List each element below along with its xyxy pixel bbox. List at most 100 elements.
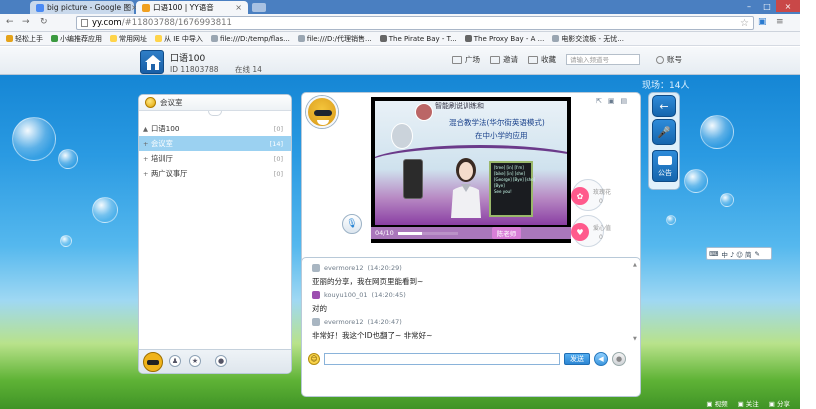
bookmark-item[interactable]: file:///D:/temp/flas... — [210, 35, 290, 43]
heart-gift-button[interactable]: ♥ 爱心值 0 — [571, 215, 611, 247]
bookmark-star-icon[interactable]: ☆ — [740, 18, 749, 29]
browser-tab-google[interactable]: big picture - Google 图 × — [30, 1, 138, 14]
person-icon[interactable]: ♟ — [169, 355, 181, 367]
extension-icon[interactable]: ▣ — [758, 17, 767, 27]
room-panel-header: 会议室 — [139, 95, 291, 111]
room-count: [0] — [273, 169, 283, 178]
rose-gift-button[interactable]: ✿ 玫瑰花 0 — [571, 179, 611, 211]
bookmark-item[interactable]: 电影交流板 - 无忧... — [552, 34, 624, 44]
location-pin-icon[interactable]: ● — [215, 355, 227, 367]
forward-arrow-icon[interactable]: → — [22, 17, 30, 27]
bookmark-folder[interactable]: 常用网址 — [110, 34, 147, 44]
url-host: yy.com — [92, 18, 122, 28]
bubble-decoration — [58, 149, 78, 169]
bubble-decoration — [666, 215, 676, 225]
host-avatar[interactable] — [306, 96, 338, 128]
chat-scrollbar[interactable]: ▲ ▼ — [633, 262, 638, 344]
folder-icon — [110, 35, 117, 42]
keyboard-icon[interactable]: ⌨ — [709, 250, 718, 258]
expander-icon[interactable]: + — [143, 170, 151, 178]
account-link[interactable]: 账号 — [656, 54, 682, 65]
scroll-down-icon[interactable]: ▼ — [633, 336, 638, 342]
status-video[interactable]: 视频 — [706, 398, 728, 408]
popout-icon[interactable]: ⇱ — [596, 97, 602, 105]
app-screen-illustration: [tree] [in] [I'm] [bike] [in] [she] [Geo… — [489, 161, 535, 217]
microphone-button[interactable]: 🎙 — [342, 214, 362, 234]
browser-tab-yy[interactable]: 口语100 | YY语音 × — [136, 1, 248, 14]
bubble-decoration — [684, 169, 708, 193]
message-user[interactable]: kouyu100_01 — [324, 291, 368, 299]
emoji-icon[interactable]: ☺ — [308, 353, 320, 365]
ship-icon — [379, 35, 387, 42]
bookmark-icon — [51, 35, 58, 42]
expander-icon[interactable]: + — [143, 140, 151, 148]
send-button[interactable]: 发送 — [564, 353, 590, 365]
video-toolbar: ⇱ ▣ ▤ — [596, 97, 627, 105]
message-user[interactable]: evermore12 — [324, 264, 364, 272]
bookmark-item[interactable]: file:///D:/代理销售... — [297, 34, 372, 44]
channel-id: 11803788 — [180, 65, 219, 74]
room-item[interactable]: + 两广议事厅 [0] — [139, 166, 291, 181]
shield-icon[interactable]: ★ — [189, 355, 201, 367]
camera-icon[interactable]: ▣ — [608, 97, 615, 105]
chat-panel: evermore12 (14:20:29) 亚丽的分享，我在网页里能看到~ ko… — [301, 257, 641, 397]
ime-status[interactable]: 中 ♪ ☺ 简 — [721, 249, 751, 259]
back-arrow-icon[interactable]: ← — [6, 17, 14, 27]
message-text: 对的 — [312, 303, 327, 313]
home-button[interactable] — [140, 50, 164, 74]
wrench-menu-icon[interactable]: ≡ — [776, 17, 784, 27]
invite-icon — [490, 55, 500, 64]
bookmark-item[interactable]: 轻松上手 — [6, 34, 43, 44]
status-share[interactable]: 分享 — [769, 398, 790, 408]
chat-input[interactable] — [324, 353, 560, 365]
slide-progress-bar[interactable] — [397, 231, 458, 235]
minimize-button[interactable]: – — [740, 0, 758, 12]
user-badge-icon — [312, 263, 320, 272]
bookmark-item[interactable]: The Proxy Bay - A ... — [464, 35, 544, 43]
close-icon[interactable]: × — [235, 3, 242, 12]
reload-icon[interactable]: ↻ — [40, 17, 48, 27]
bookmark-icon — [6, 35, 13, 42]
invite-link[interactable]: 邀请 — [490, 54, 518, 65]
plaza-icon — [452, 55, 462, 64]
notice-button[interactable]: 公告 — [652, 150, 678, 182]
coin-icon — [145, 97, 156, 108]
bookmark-item[interactable]: 小编推荐应用 — [51, 34, 102, 44]
window-close-button[interactable]: × — [776, 0, 800, 12]
room-item[interactable]: ▲ 口语100 [0] — [139, 121, 291, 136]
tab-title: big picture - Google 图 — [47, 3, 131, 12]
back-button[interactable]: ← — [652, 95, 676, 117]
channel-search-input[interactable]: 请输入频道号 — [566, 54, 640, 65]
new-tab-button[interactable] — [252, 3, 266, 12]
room-item-active[interactable]: + 会议室 [14] — [139, 136, 291, 151]
bookmark-folder[interactable]: 从 IE 中导入 — [155, 34, 203, 44]
mic-request-button[interactable]: 🎤 — [652, 119, 676, 145]
room-item[interactable]: + 培训厅 [0] — [139, 151, 291, 166]
browser-tabbar: big picture - Google 图 × 口语100 | YY语音 × … — [0, 0, 800, 14]
maximize-button[interactable]: □ — [758, 0, 776, 12]
presenter-photo — [415, 103, 433, 121]
grip-icon — [208, 111, 222, 116]
input-method-toolbar[interactable]: ⌨ 中 ♪ ☺ 简 ✎ — [706, 247, 772, 260]
channel-meta: ID 11803788 在线 14 — [170, 65, 262, 74]
screen-icon[interactable]: ▤ — [621, 97, 628, 105]
room-name: 培训厅 — [151, 153, 173, 163]
user-avatar[interactable] — [143, 352, 163, 372]
favorite-link[interactable]: 收藏 — [528, 54, 556, 65]
voice-record-icon[interactable]: ● — [612, 352, 626, 366]
channel-header: 口语100 ID 11803788 在线 14 广场 邀请 收藏 请输入频道号 … — [0, 47, 800, 75]
status-follow[interactable]: 关注 — [738, 398, 759, 408]
bookmark-item[interactable]: The Pirate Bay - T... — [379, 35, 457, 43]
slide-progress-label: 04/10 — [375, 229, 394, 237]
video-stage[interactable]: 智能刷说训练和 混合教学法(华尔街英语模式) 在中小学的应用 [tree] [i… — [371, 97, 571, 243]
expander-icon[interactable]: + — [143, 155, 151, 163]
expander-icon[interactable]: ▲ — [143, 125, 151, 133]
message-user[interactable]: evermore12 — [324, 318, 364, 326]
presenter-photo — [391, 123, 413, 149]
speaker-icon[interactable]: ◀ — [594, 352, 608, 366]
wrench-icon[interactable]: ✎ — [755, 250, 760, 258]
plaza-link[interactable]: 广场 — [452, 54, 480, 65]
collapse-handle[interactable] — [139, 111, 291, 121]
address-bar[interactable]: yy.com /#11803788/1676993811 ☆ — [76, 16, 754, 30]
online-header: 现场：14人 — [642, 81, 690, 91]
